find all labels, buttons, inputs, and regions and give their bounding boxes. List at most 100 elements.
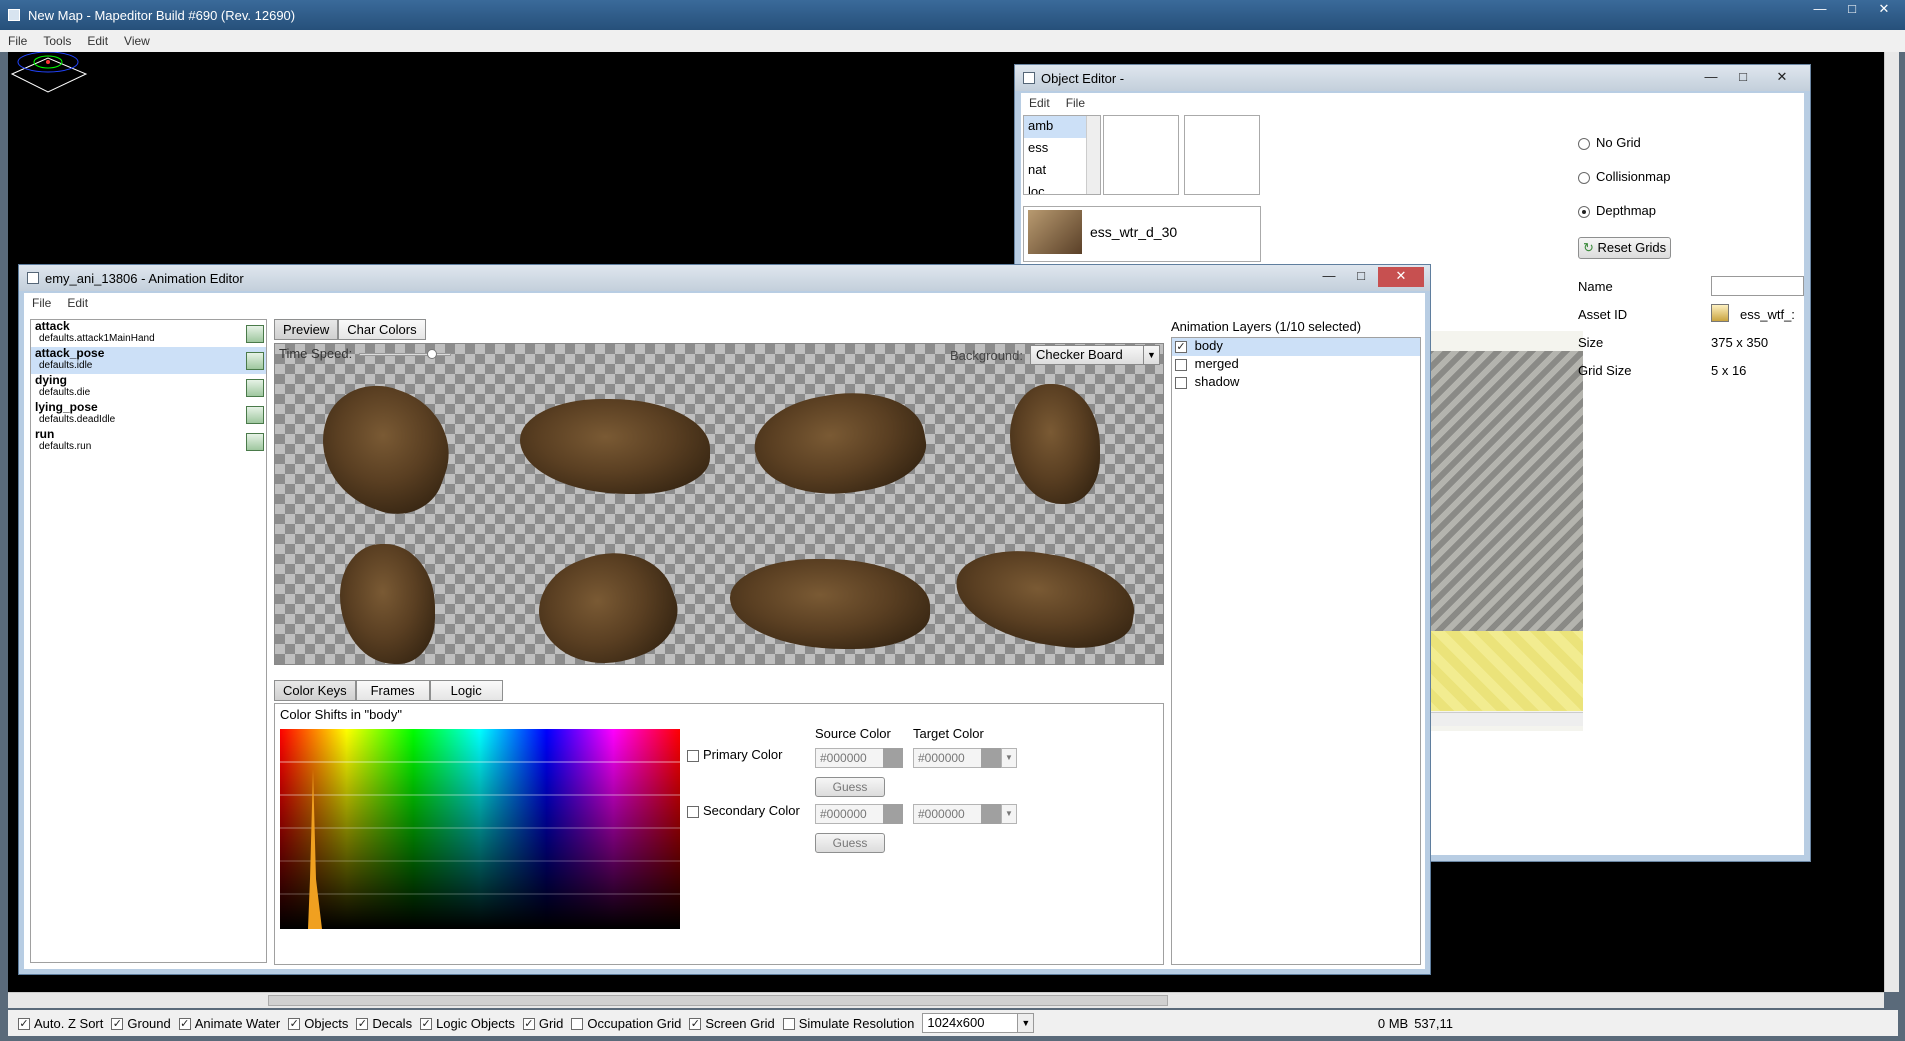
guess-button[interactable]: Guess bbox=[815, 833, 885, 853]
checkbox-icon[interactable]: ✓ bbox=[111, 1018, 124, 1031]
menu-tools[interactable]: Tools bbox=[35, 34, 79, 48]
layers-list[interactable]: ✓ body merged shadow bbox=[1171, 337, 1421, 965]
minimize-icon[interactable]: — bbox=[1314, 267, 1344, 287]
toggle-grid[interactable]: ✓ Grid bbox=[522, 1016, 563, 1031]
toggle-screen-grid[interactable]: ✓ Screen Grid bbox=[689, 1016, 775, 1031]
asset-list[interactable]: ess_wtr_d_30 bbox=[1023, 206, 1261, 262]
toggle-auto-z-sort[interactable]: ✓ Auto. Z Sort bbox=[18, 1016, 103, 1031]
checkbox-icon[interactable] bbox=[1175, 376, 1187, 389]
close-icon[interactable]: ✕ bbox=[1378, 267, 1424, 287]
toggle-animate-water[interactable]: ✓ Animate Water bbox=[178, 1016, 280, 1031]
list-item[interactable]: attack defaults.attack1MainHand bbox=[31, 320, 266, 347]
time-speed-slider[interactable] bbox=[359, 349, 451, 359]
name-field[interactable] bbox=[1711, 276, 1804, 296]
time-speed-handle[interactable] bbox=[427, 349, 437, 359]
color-swatch[interactable] bbox=[883, 804, 903, 824]
tab-preview[interactable]: Preview bbox=[274, 319, 339, 340]
tab-frames[interactable]: Frames bbox=[355, 680, 430, 701]
asset-list-item[interactable]: ess_wtr_d_30 bbox=[1024, 207, 1260, 257]
checkbox-icon[interactable]: ✓ bbox=[356, 1018, 369, 1031]
toggle-ground[interactable]: ✓ Ground bbox=[111, 1016, 171, 1031]
menu-view[interactable]: View bbox=[116, 34, 158, 48]
map-vscroll[interactable] bbox=[1884, 52, 1899, 992]
checkbox-icon[interactable] bbox=[687, 805, 699, 818]
maximize-icon[interactable]: □ bbox=[1837, 0, 1867, 20]
tab-color-keys[interactable]: Color Keys bbox=[274, 680, 356, 701]
resolution-select[interactable]: 1024x600 ▼ bbox=[922, 1013, 1035, 1033]
save-icon[interactable] bbox=[246, 352, 264, 370]
color-swatch[interactable] bbox=[981, 748, 1001, 768]
layer-item-body[interactable]: ✓ body bbox=[1172, 338, 1420, 356]
save-icon[interactable] bbox=[246, 433, 264, 451]
checkbox-icon[interactable]: ✓ bbox=[689, 1018, 702, 1031]
menu-edit[interactable]: Edit bbox=[79, 34, 116, 48]
asset-id-icon[interactable] bbox=[1711, 304, 1729, 322]
radio-selected-icon[interactable] bbox=[1578, 205, 1590, 218]
animation-list[interactable]: attack defaults.attack1MainHand attack_po… bbox=[30, 319, 267, 963]
checkbox-icon[interactable]: ✓ bbox=[1175, 340, 1187, 353]
background-select[interactable]: Checker Board ▼ bbox=[1030, 345, 1160, 365]
toggle-simulate-resolution[interactable]: Simulate Resolution bbox=[782, 1016, 914, 1031]
tab-logic[interactable]: Logic bbox=[429, 680, 503, 701]
maximize-icon[interactable]: □ bbox=[1346, 267, 1376, 287]
radio-no-grid[interactable]: No Grid bbox=[1578, 135, 1671, 169]
layer-item-merged[interactable]: merged bbox=[1172, 356, 1420, 374]
asset-preview-canvas[interactable] bbox=[1426, 331, 1583, 731]
primary-source-field[interactable]: #000000 bbox=[815, 748, 903, 768]
save-icon[interactable] bbox=[246, 379, 264, 397]
category-scrollbar[interactable] bbox=[1086, 116, 1100, 194]
save-icon[interactable] bbox=[246, 406, 264, 424]
guess-button[interactable]: Guess bbox=[815, 777, 885, 797]
creature-frame bbox=[1010, 384, 1100, 504]
checkbox-icon[interactable]: ✓ bbox=[420, 1018, 433, 1031]
toggle-objects[interactable]: ✓ Objects bbox=[288, 1016, 348, 1031]
radio-collisionmap[interactable]: Collisionmap bbox=[1578, 169, 1671, 203]
category-list[interactable]: amb ess nat loc bbox=[1023, 115, 1101, 195]
menu-file[interactable]: File bbox=[1058, 96, 1093, 110]
close-icon[interactable]: ✕ bbox=[1760, 68, 1804, 88]
checkbox-icon[interactable]: ✓ bbox=[288, 1018, 301, 1031]
minimize-icon[interactable]: — bbox=[1696, 68, 1726, 88]
color-swatch[interactable] bbox=[981, 804, 1001, 824]
color-swatch[interactable] bbox=[883, 748, 903, 768]
tab-char-colors[interactable]: Char Colors bbox=[338, 319, 426, 340]
checkbox-icon[interactable] bbox=[571, 1018, 584, 1031]
menu-edit[interactable]: Edit bbox=[1021, 96, 1058, 110]
list-item[interactable]: attack_pose defaults.idle bbox=[31, 347, 266, 374]
checkbox-icon[interactable]: ✓ bbox=[522, 1018, 535, 1031]
menu-file[interactable]: File bbox=[0, 34, 35, 48]
checkbox-icon[interactable] bbox=[782, 1018, 795, 1031]
map-hscroll-thumb[interactable] bbox=[268, 995, 1168, 1006]
reset-grids-button[interactable]: ↻ Reset Grids bbox=[1578, 237, 1672, 259]
primary-target-field[interactable]: #000000 ▼ bbox=[913, 748, 1017, 768]
menu-edit[interactable]: Edit bbox=[59, 296, 96, 310]
radio-icon[interactable] bbox=[1578, 171, 1590, 184]
secondary-source-field[interactable]: #000000 bbox=[815, 804, 903, 824]
checkbox-icon[interactable]: ✓ bbox=[178, 1018, 191, 1031]
radio-icon[interactable] bbox=[1578, 137, 1590, 150]
chevron-down-icon[interactable]: ▼ bbox=[1001, 748, 1017, 768]
minimize-icon[interactable]: — bbox=[1805, 0, 1835, 20]
preview-hscroll[interactable] bbox=[1426, 712, 1583, 726]
list-item[interactable]: lying_pose defaults.deadIdle bbox=[31, 401, 266, 428]
creature-frame bbox=[949, 541, 1141, 657]
close-icon[interactable]: ✕ bbox=[1869, 0, 1899, 20]
radio-depthmap[interactable]: Depthmap bbox=[1578, 203, 1671, 237]
list-item[interactable]: dying defaults.die bbox=[31, 374, 266, 401]
checkbox-icon[interactable] bbox=[1175, 358, 1187, 371]
chevron-down-icon[interactable]: ▼ bbox=[1001, 804, 1017, 824]
color-histogram[interactable] bbox=[280, 729, 680, 929]
checkbox-icon[interactable] bbox=[687, 749, 699, 762]
map-hscroll[interactable] bbox=[8, 992, 1884, 1008]
checkbox-icon[interactable]: ✓ bbox=[18, 1018, 30, 1031]
list-item[interactable]: run defaults.run bbox=[31, 428, 266, 455]
toggle-occupation-grid[interactable]: Occupation Grid bbox=[571, 1016, 681, 1031]
menu-file[interactable]: File bbox=[24, 296, 59, 310]
toggle-decals[interactable]: ✓ Decals bbox=[356, 1016, 412, 1031]
preview-canvas[interactable]: Time Speed: Background: Checker Board ▼ bbox=[274, 343, 1164, 665]
toggle-logic-objects[interactable]: ✓ Logic Objects bbox=[420, 1016, 515, 1031]
maximize-icon[interactable]: □ bbox=[1728, 68, 1758, 88]
save-icon[interactable] bbox=[246, 325, 264, 343]
secondary-target-field[interactable]: #000000 ▼ bbox=[913, 804, 1017, 824]
layer-item-shadow[interactable]: shadow bbox=[1172, 374, 1420, 392]
